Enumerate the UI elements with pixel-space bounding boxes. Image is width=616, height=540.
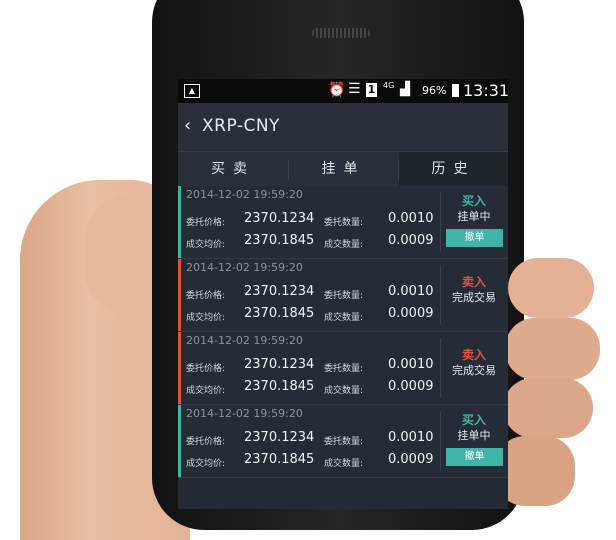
deal-amount: 0.0009 — [388, 379, 434, 394]
gallery-notification-icon: ▲ — [184, 84, 200, 98]
commission-price-label: 委托价格: — [186, 364, 226, 374]
row-divider — [440, 192, 441, 252]
commission-price: 2370.1234 — [244, 211, 315, 226]
order-type: 买入 — [461, 194, 486, 208]
deal-amount-label: 成交数量: — [324, 386, 364, 396]
order-row[interactable]: 2014-12-02 19:59:20 委托价格: 2370.1234 委托数量… — [178, 332, 508, 405]
alarm-icon: ⏰ — [328, 82, 346, 98]
commission-amount: 0.0010 — [388, 357, 434, 372]
sim-indicator: 1 — [366, 83, 377, 97]
signal-icon: ▟ — [400, 82, 410, 97]
clock: 13:31 — [463, 81, 508, 100]
commission-price: 2370.1234 — [244, 357, 315, 372]
commission-amount-label: 委托数量: — [324, 364, 364, 374]
deal-price: 2370.1845 — [244, 452, 315, 467]
cancel-order-button[interactable]: 撤单 — [446, 448, 503, 466]
status-bar: ▲ ⏰ ☰ 1 4G ▟ 96% 13:31 — [178, 79, 508, 103]
tab-bar: 买卖 挂单 历史 — [178, 151, 508, 186]
order-type-indicator — [178, 405, 181, 477]
order-type-indicator — [178, 259, 181, 331]
order-datetime: 2014-12-02 19:59:20 — [186, 188, 303, 201]
order-status: 完成交易 — [452, 364, 496, 377]
row-divider — [440, 338, 441, 398]
commission-amount-label: 委托数量: — [324, 218, 364, 228]
page-title: XRP-CNY — [202, 116, 280, 136]
hand-finger — [508, 258, 594, 318]
deal-price: 2370.1845 — [244, 233, 315, 248]
order-status: 挂单中 — [457, 210, 491, 223]
app-header: ‹ XRP-CNY — [178, 103, 508, 151]
order-status: 完成交易 — [452, 291, 496, 304]
network-type: 4G — [383, 81, 395, 90]
commission-amount: 0.0010 — [388, 430, 434, 445]
order-row[interactable]: 2014-12-02 19:59:20 委托价格: 2370.1234 委托数量… — [178, 259, 508, 332]
order-row[interactable]: 2014-12-02 19:59:20 委托价格: 2370.1234 委托数量… — [178, 405, 508, 478]
back-arrow-icon[interactable]: ‹ — [184, 115, 191, 136]
order-type-indicator — [178, 186, 181, 258]
order-type: 卖入 — [461, 348, 486, 362]
commission-amount-label: 委托数量: — [324, 291, 364, 301]
deal-price-label: 成交均价: — [186, 459, 226, 469]
order-type-indicator — [178, 332, 181, 404]
deal-amount: 0.0009 — [388, 306, 434, 321]
commission-amount-label: 委托数量: — [324, 437, 364, 447]
deal-price: 2370.1845 — [244, 306, 315, 321]
order-row[interactable]: 2014-12-02 19:59:20 委托价格: 2370.1234 委托数量… — [178, 186, 508, 259]
deal-amount-label: 成交数量: — [324, 459, 364, 469]
hand-finger — [503, 378, 593, 438]
tab-pending-orders[interactable]: 挂单 — [289, 152, 398, 186]
battery-icon — [452, 84, 459, 97]
order-datetime: 2014-12-02 19:59:20 — [186, 261, 303, 274]
deal-amount: 0.0009 — [388, 233, 434, 248]
wifi-icon: ☰ — [348, 81, 361, 97]
commission-price-label: 委托价格: — [186, 291, 226, 301]
tab-trade[interactable]: 买卖 — [178, 152, 288, 186]
commission-amount: 0.0010 — [388, 284, 434, 299]
phone-screen: ▲ ⏰ ☰ 1 4G ▟ 96% 13:31 ‹ XRP-CNY 买卖 挂单 历… — [178, 79, 508, 509]
deal-price-label: 成交均价: — [186, 240, 226, 250]
commission-amount: 0.0010 — [388, 211, 434, 226]
hand-finger — [505, 318, 600, 380]
row-divider — [440, 265, 441, 325]
deal-amount-label: 成交数量: — [324, 313, 364, 323]
order-status: 挂单中 — [457, 429, 491, 442]
phone-speaker — [312, 28, 370, 38]
deal-price-label: 成交均价: — [186, 313, 226, 323]
deal-price: 2370.1845 — [244, 379, 315, 394]
deal-amount-label: 成交数量: — [324, 240, 364, 250]
commission-price-label: 委托价格: — [186, 218, 226, 228]
battery-percent: 96% — [422, 84, 447, 97]
row-divider — [440, 411, 441, 471]
commission-price: 2370.1234 — [244, 430, 315, 445]
cancel-order-button[interactable]: 撤单 — [446, 229, 503, 247]
order-datetime: 2014-12-02 19:59:20 — [186, 334, 303, 347]
deal-amount: 0.0009 — [388, 452, 434, 467]
order-type: 买入 — [461, 413, 486, 427]
order-type: 卖入 — [461, 275, 486, 289]
tab-history[interactable]: 历史 — [399, 152, 508, 186]
order-datetime: 2014-12-02 19:59:20 — [186, 407, 303, 420]
commission-price: 2370.1234 — [244, 284, 315, 299]
deal-price-label: 成交均价: — [186, 386, 226, 396]
commission-price-label: 委托价格: — [186, 437, 226, 447]
